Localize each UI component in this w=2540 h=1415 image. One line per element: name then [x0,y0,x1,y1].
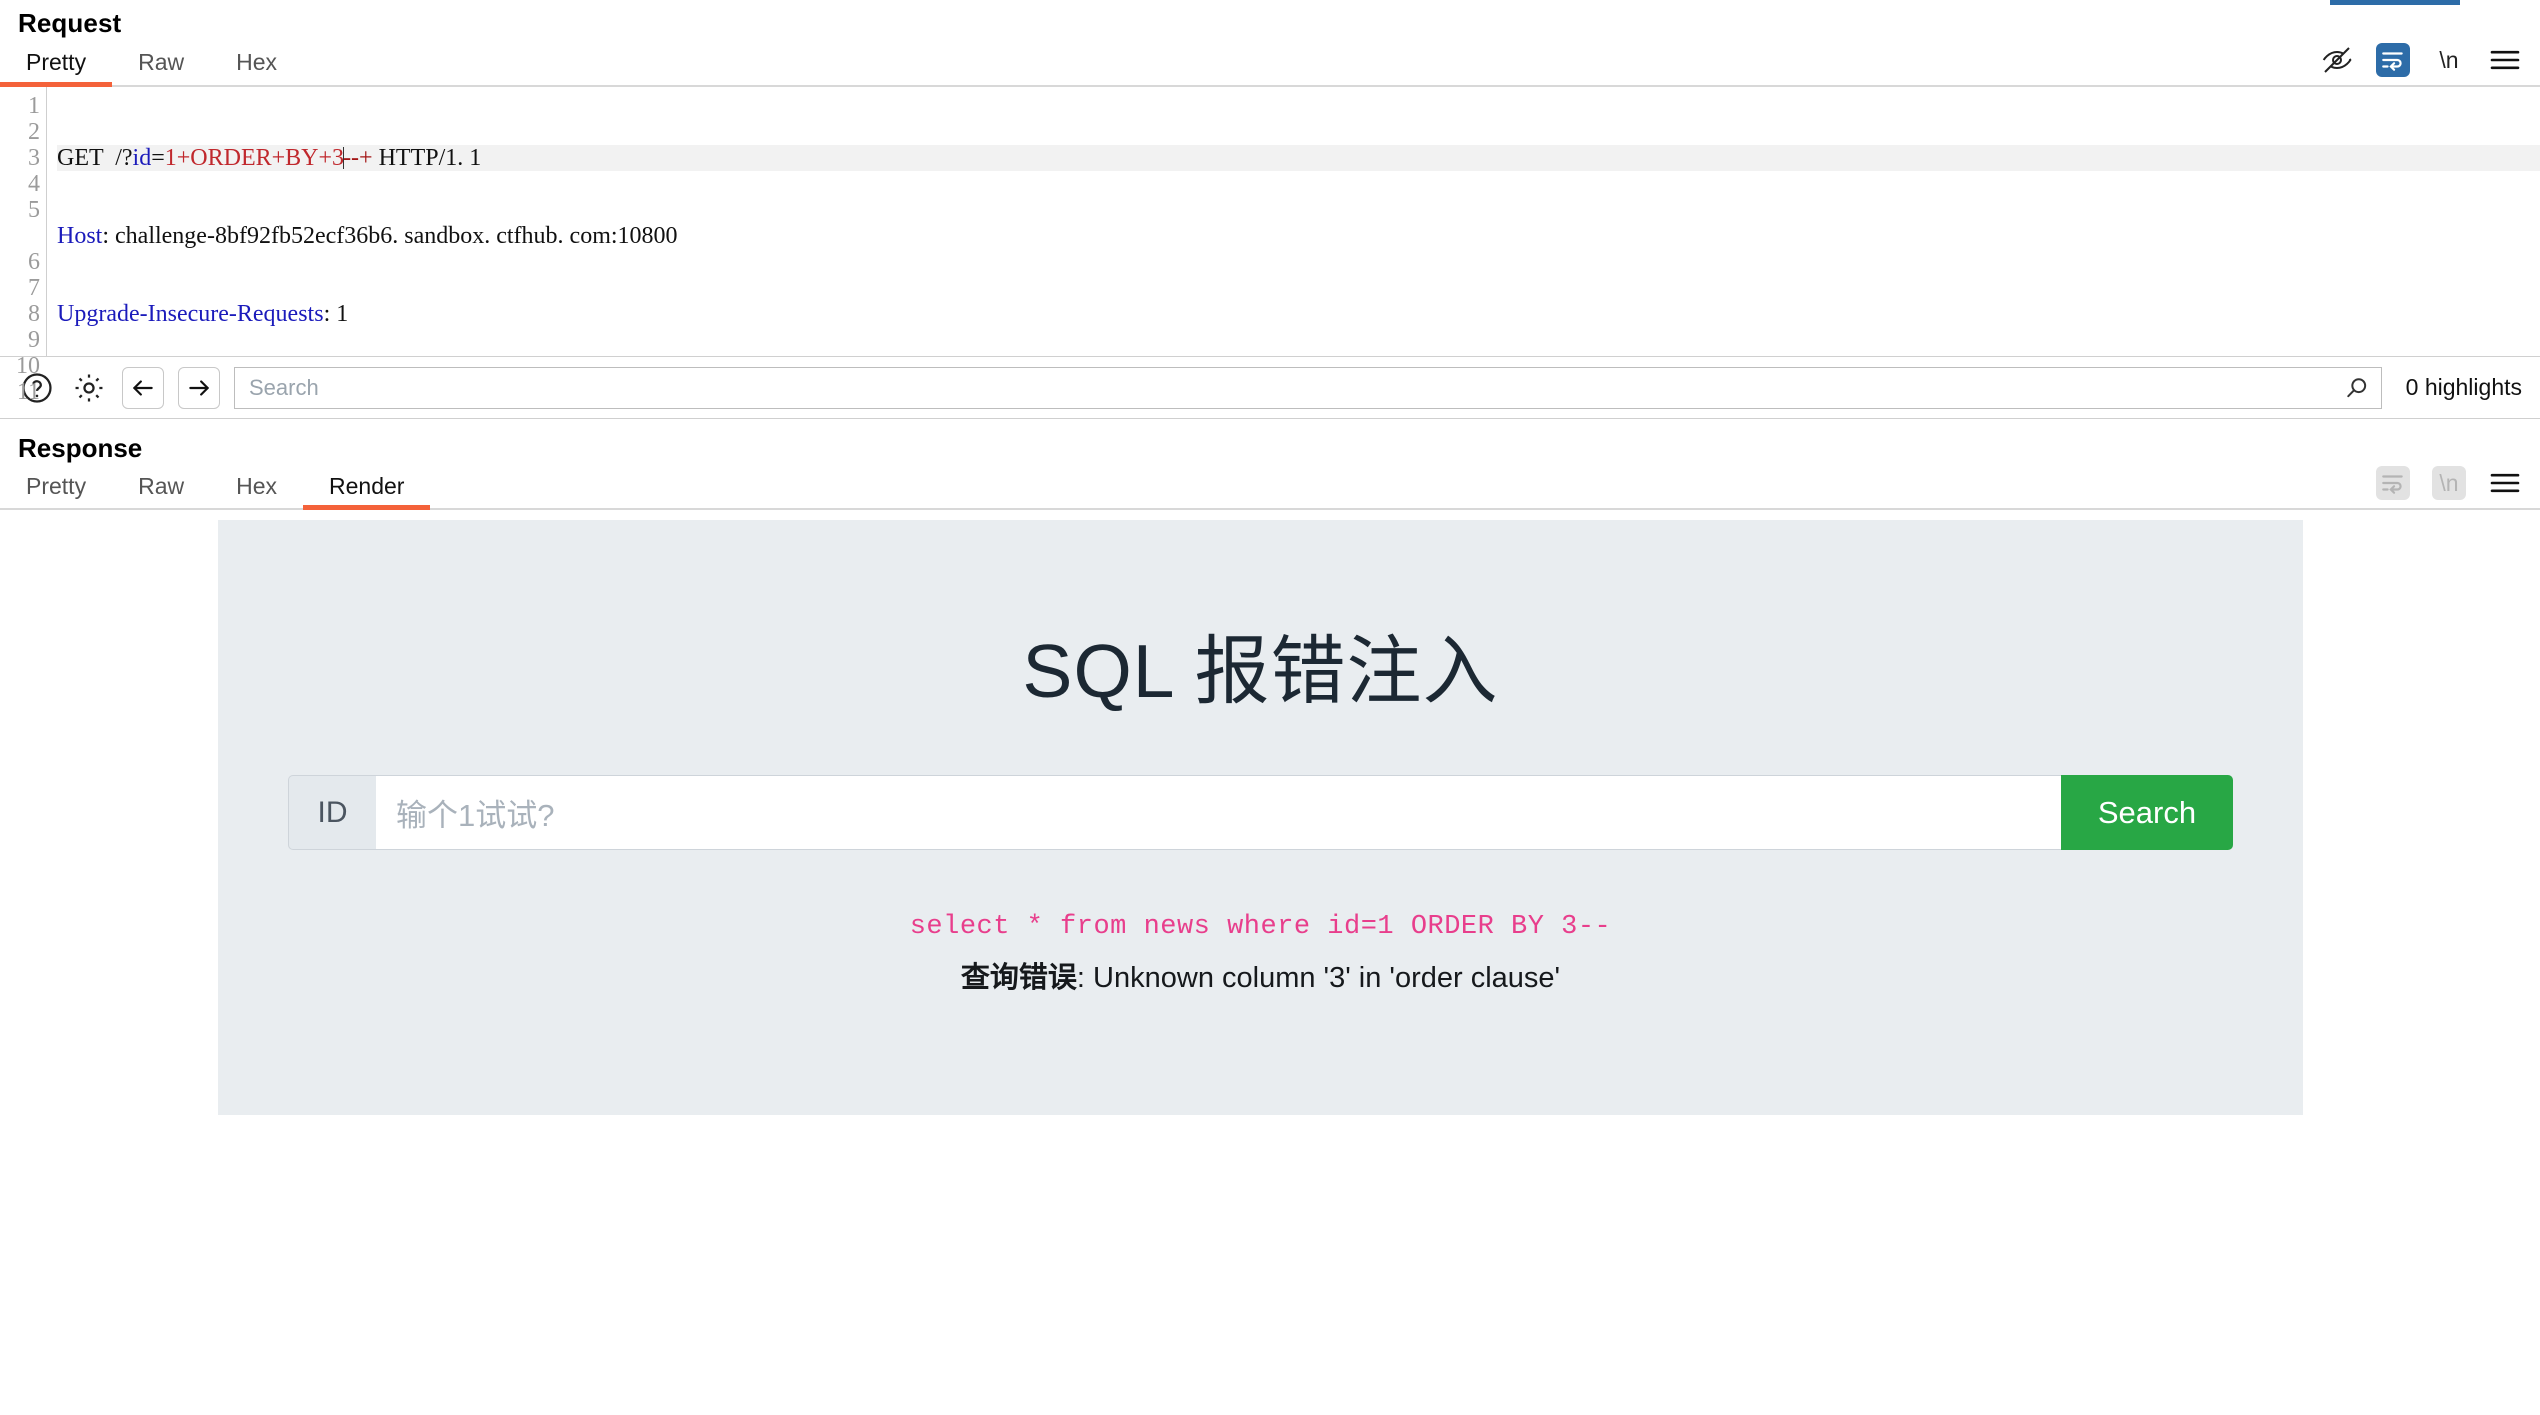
request-tabbar: Pretty Raw Hex \n [0,39,2540,87]
search-next-button[interactable] [178,366,220,409]
header-name: Upgrade-Insecure-Requests [57,301,324,327]
line-number: 7 [28,275,40,301]
query-param-name: id [132,145,152,171]
id-input[interactable]: 输个1试试? [376,775,2061,850]
query-param-value: 1+ORDER+BY+3 [164,145,345,171]
line-number: 8 [28,301,40,327]
render-area: SQL 报错注入 ID 输个1试试? Search select * from … [0,510,2540,1115]
line-number: 6 [28,249,40,275]
line-number: 10 [16,353,40,379]
request-toolbar: \n [2320,43,2540,85]
http-method: GET /? [57,145,133,171]
sql-comment: --+ [343,145,373,171]
tab-response-render[interactable]: Render [303,467,431,510]
search-icon[interactable] [2339,370,2375,406]
highlight-count: 0 highlights [2405,374,2522,400]
tab-request-raw[interactable]: Raw [112,41,210,85]
editor-search-bar: 0 highlights [0,357,2540,419]
window-top-accent [2330,0,2460,5]
show-newlines-icon[interactable]: \n [2432,43,2466,77]
id-input-group: ID 输个1试试? Search [288,775,2233,850]
line-number: 1 [28,93,40,119]
search-field-wrapper[interactable] [234,366,2382,409]
request-code[interactable]: GET /?id=1+ORDER+BY+3--+ HTTP/1. 1 Host:… [46,87,2540,356]
sql-query-echo: select * from news where id=1 ORDER BY 3… [909,912,1612,942]
response-tabbar: Pretty Raw Hex Render \n [0,464,2540,510]
code-line-3: Upgrade-Insecure-Requests: 1 [57,301,349,327]
header-value: challenge-8bf92fb52ecf36b6. sandbox. ctf… [115,223,678,249]
sql-error-detail: Unknown column '3' in 'order clause' [1093,962,1561,994]
menu-icon[interactable] [2488,466,2522,500]
line-number: 5 [28,197,40,223]
request-panel-title: Request [18,8,122,38]
line-number: 2 [28,119,40,145]
search-previous-button[interactable] [122,366,164,409]
show-newlines-icon[interactable]: \n [2432,466,2466,500]
word-wrap-icon[interactable] [2376,43,2410,77]
header-value: 1 [336,301,349,327]
sql-error-separator: : [1076,962,1094,994]
eye-off-icon[interactable] [2320,43,2354,77]
response-panel-title: Response [18,433,143,463]
tab-response-hex[interactable]: Hex [210,467,303,508]
request-line-numbers: 1 2 3 4 5 6 7 8 9 10 11 [0,87,46,405]
tab-response-raw[interactable]: Raw [112,467,210,508]
line-number: 3 [28,145,40,171]
header-name: Host [57,223,103,249]
code-line-2: Host: challenge-8bf92fb52ecf36b6. sandbo… [57,223,678,249]
word-wrap-icon[interactable] [2376,466,2410,500]
bottom-spacer [0,1367,2540,1415]
line-number: 4 [28,171,40,197]
code-line-1: GET /?id=1+ORDER+BY+3--+ HTTP/1. 1 [57,145,2540,171]
request-panel: Request Pretty Raw Hex \n 1 2 3 4 5 6 7 … [0,0,2540,405]
tab-response-pretty[interactable]: Pretty [0,467,112,508]
search-input[interactable] [249,374,2339,401]
line-number: 9 [28,327,40,353]
tab-request-pretty[interactable]: Pretty [0,41,113,87]
response-toolbar: \n [2376,466,2540,508]
id-label: ID [288,775,376,850]
sql-error-prefix: 查询错误 [960,962,1077,994]
response-panel: Response Pretty Raw Hex Render \n SQL 报错… [0,419,2540,1115]
tab-request-hex[interactable]: Hex [210,41,303,85]
http-version: HTTP/1. 1 [372,145,482,171]
sql-error-message: 查询错误: Unknown column '3' in 'order claus… [218,954,2303,996]
page-title: SQL 报错注入 [1022,629,1499,713]
menu-icon[interactable] [2488,43,2522,77]
equals: = [151,145,165,171]
gear-icon[interactable] [70,369,108,407]
rendered-html-page: SQL 报错注入 ID 输个1试试? Search select * from … [218,520,2303,1115]
line-number: 11 [16,379,40,405]
search-button[interactable]: Search [2061,775,2233,850]
request-editor[interactable]: 1 2 3 4 5 6 7 8 9 10 11 GET /?id=1+ORDER… [0,87,2540,405]
